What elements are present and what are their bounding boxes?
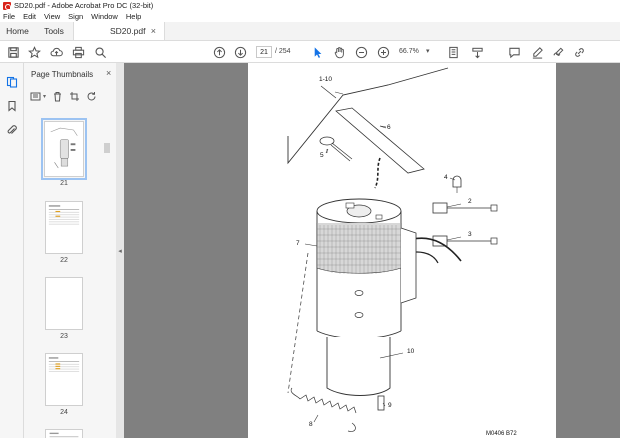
document-view[interactable]: 1-10 6 5 4 2 7 3 10 9 8 M0406 B72 <box>124 63 620 438</box>
navigation-rail <box>0 63 24 438</box>
thumbnail-page-23[interactable] <box>45 277 83 330</box>
exploded-parts-drawing <box>287 67 498 432</box>
zoom-level[interactable]: 66.7% <box>399 48 419 55</box>
menu-bar: File Edit View Sign Window Help <box>0 11 620 22</box>
callout-2: 2 <box>468 198 472 205</box>
highlight-pen-icon[interactable] <box>530 45 544 59</box>
save-icon[interactable] <box>6 45 20 59</box>
callout-3: 3 <box>468 231 472 238</box>
menu-file[interactable]: File <box>3 12 15 21</box>
menu-view[interactable]: View <box>44 12 60 21</box>
toolbar: 21 / 254 66.7% ▾ <box>0 41 620 63</box>
close-icon[interactable]: × <box>106 68 111 78</box>
menu-help[interactable]: Help <box>126 12 141 21</box>
thumbnail-label-22: 22 <box>60 257 68 264</box>
thumbnail-label-24: 24 <box>60 409 68 416</box>
page-total: / 254 <box>275 48 291 55</box>
zoom-in-icon[interactable] <box>376 45 390 59</box>
close-icon[interactable]: × <box>151 26 156 36</box>
crop-page-icon[interactable] <box>67 89 81 103</box>
callout-7: 7 <box>296 240 300 247</box>
previous-page-icon[interactable] <box>212 45 226 59</box>
page-thumbnails-icon[interactable] <box>5 75 19 89</box>
collapse-panel-handle[interactable]: ◂ <box>116 63 124 438</box>
thumbnail-options-icon[interactable] <box>28 89 42 103</box>
callout-6: 6 <box>387 124 391 131</box>
panel-tools: ▾ <box>28 86 114 106</box>
fill-sign-icon[interactable] <box>551 45 565 59</box>
callout-4: 4 <box>444 174 448 181</box>
next-page-icon[interactable] <box>233 45 247 59</box>
thumbnail-scrollbar[interactable] <box>104 143 110 153</box>
scroll-mode-icon[interactable] <box>470 45 484 59</box>
print-icon[interactable] <box>71 45 85 59</box>
rotate-page-icon[interactable] <box>84 89 98 103</box>
bookmarks-icon[interactable] <box>5 99 19 113</box>
bookmark-star-icon[interactable] <box>27 45 41 59</box>
tab-document-label: SD20.pdf <box>110 26 146 36</box>
pdf-page: 1-10 6 5 4 2 7 3 10 9 8 M0406 B72 <box>248 63 556 438</box>
acrobat-app-icon <box>3 1 11 10</box>
thumbnail-page-25[interactable] <box>45 429 83 438</box>
search-icon[interactable] <box>93 45 107 59</box>
callout-1-10: 1-10 <box>319 76 333 83</box>
thumbnail-label-21: 21 <box>60 180 68 187</box>
title-bar: SD20.pdf - Adobe Acrobat Pro DC (32-bit) <box>0 0 620 11</box>
panel-title: Page Thumbnails <box>31 70 94 79</box>
select-pointer-icon[interactable] <box>310 45 324 59</box>
page-thumbnails-panel: Page Thumbnails ▾ × 21 22 23 24 <box>24 63 116 438</box>
delete-page-icon[interactable] <box>50 89 64 103</box>
callout-5: 5 <box>320 152 324 159</box>
attachments-icon[interactable] <box>5 123 19 137</box>
tab-home[interactable]: Home <box>0 22 35 40</box>
chevron-left-icon[interactable]: ◂ <box>118 247 122 255</box>
menu-edit[interactable]: Edit <box>23 12 36 21</box>
hand-tool-icon[interactable] <box>332 45 346 59</box>
menu-sign[interactable]: Sign <box>68 12 83 21</box>
callout-10: 10 <box>407 348 415 355</box>
page-fit-icon[interactable] <box>446 45 460 59</box>
thumbnail-label-23: 23 <box>60 333 68 340</box>
callout-8: 8 <box>309 421 313 428</box>
cloud-upload-icon[interactable] <box>49 45 63 59</box>
thumbnail-page-21[interactable] <box>41 118 87 180</box>
zoom-out-icon[interactable] <box>354 45 368 59</box>
window-title: SD20.pdf - Adobe Acrobat Pro DC (32-bit) <box>14 1 154 10</box>
menu-window[interactable]: Window <box>91 12 118 21</box>
comment-icon[interactable] <box>507 45 521 59</box>
options-chevron-icon[interactable]: ▾ <box>43 93 46 100</box>
chevron-down-icon[interactable]: ▾ <box>426 47 430 55</box>
drawing-code: M0406 B72 <box>486 431 517 437</box>
share-link-icon[interactable] <box>572 45 586 59</box>
tab-bar: Home Tools SD20.pdf × <box>0 22 620 41</box>
thumbnail-page-22[interactable] <box>45 201 83 254</box>
page-number-input[interactable]: 21 <box>256 46 272 58</box>
tab-document[interactable]: SD20.pdf × <box>73 22 165 40</box>
thumbnail-page-24[interactable] <box>45 353 83 406</box>
tab-tools[interactable]: Tools <box>35 22 73 40</box>
callout-9: 9 <box>388 402 392 409</box>
